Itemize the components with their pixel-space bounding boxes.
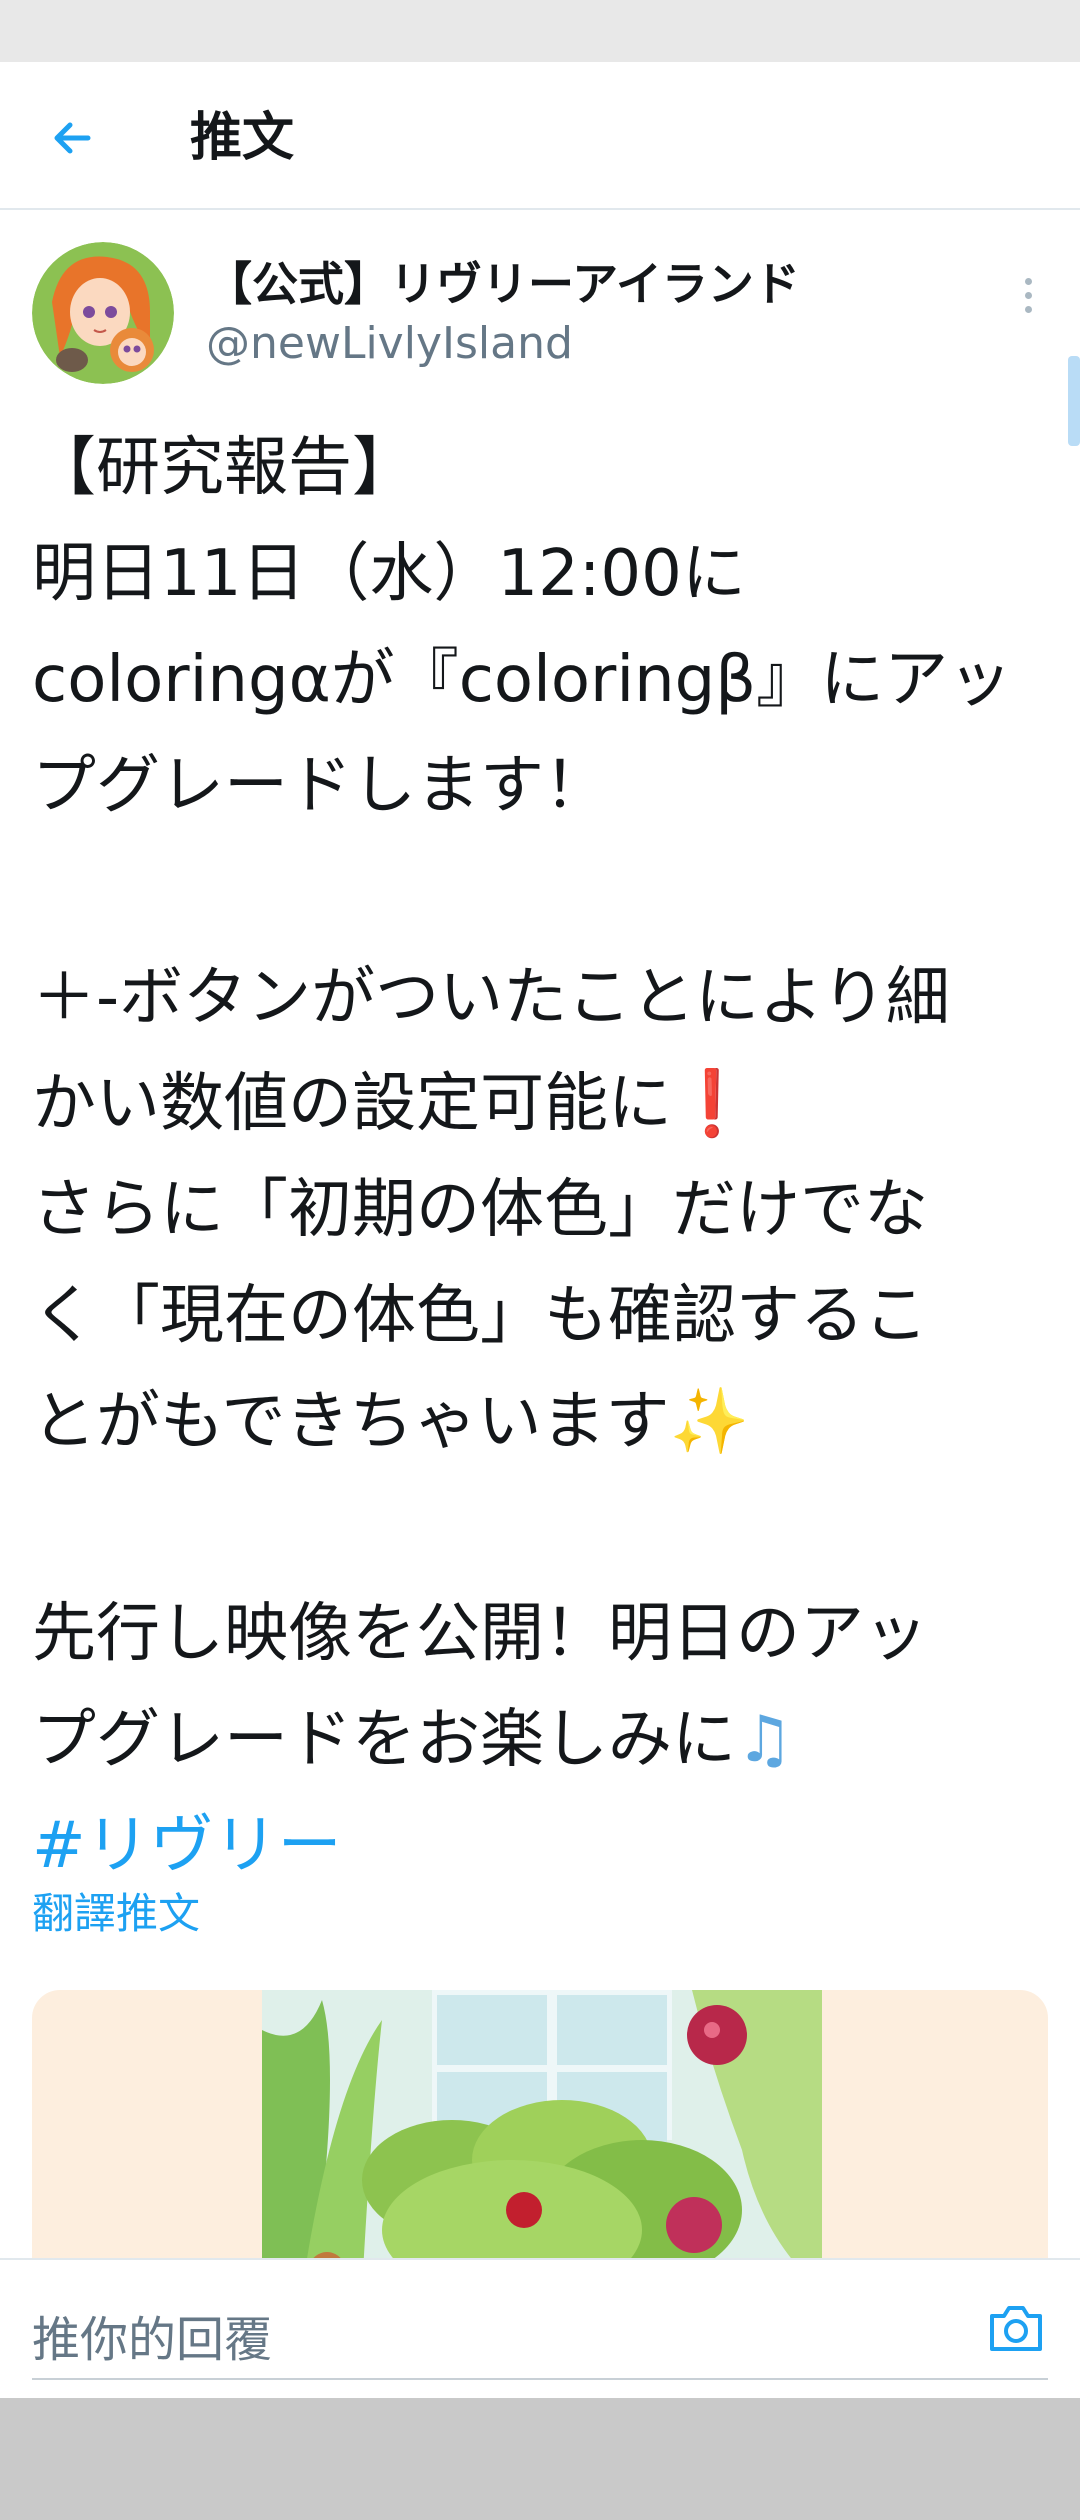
tweet-line-with-emoji: かい数値の設定可能に❗ xyxy=(32,1051,1052,1157)
avatar[interactable] xyxy=(32,242,174,384)
tweet-line-text: プグレードをお楽しみに xyxy=(32,1703,736,1777)
exclamation-emoji-icon: ❗ xyxy=(672,1067,752,1141)
media-preview[interactable] xyxy=(32,1990,1048,2260)
tweet-line: 明日11日（水）12:00に xyxy=(32,537,746,611)
more-options-button[interactable] xyxy=(1010,265,1046,325)
tweet-body: 【研究報告】 明日11日（水）12:00に coloringαが『colorin… xyxy=(32,415,1052,1899)
translate-tweet-link[interactable]: 翻譯推文 xyxy=(32,1880,200,1941)
system-navigation-bar xyxy=(0,2398,1080,2520)
status-bar xyxy=(0,0,1080,62)
tweet-line: 【研究報告】 xyxy=(32,431,416,505)
musical-notes-emoji-icon: ♫ xyxy=(736,1703,794,1777)
avatar-illustration xyxy=(32,242,174,384)
tweet-line-with-emoji: プグレードをお楽しみに♫ xyxy=(32,1687,1052,1793)
tweet-line: 先行し映像を公開！明日のアッ xyxy=(32,1597,928,1671)
more-vertical-icon xyxy=(1024,277,1032,285)
top-app-bar: 推文 xyxy=(0,62,1080,210)
sparkles-emoji-icon: ✨ xyxy=(669,1385,750,1459)
tweet-line: coloringαが『coloringβ』にアッ xyxy=(32,643,1013,717)
camera-icon xyxy=(990,2306,1042,2351)
page-title: 推文 xyxy=(190,108,295,168)
author-handle[interactable]: @newLivlyIsland xyxy=(206,318,573,369)
back-button[interactable] xyxy=(36,102,108,174)
reply-composer: 推你的回覆 xyxy=(0,2258,1080,2398)
camera-button[interactable] xyxy=(984,2296,1048,2360)
tweet-line: さらに「初期の体色」だけでな xyxy=(32,1173,928,1247)
tweet-line-text: とがもできちゃいます xyxy=(32,1385,670,1459)
tweet-line-with-emoji: とがもできちゃいます✨ xyxy=(32,1369,1052,1475)
author-display-name[interactable]: 【公式】リヴリーアイランド xyxy=(206,248,800,314)
tweet-line: く「現在の体色」も確認するこ xyxy=(32,1279,928,1353)
reply-input[interactable]: 推你的回覆 xyxy=(32,2300,272,2370)
reply-input-underline xyxy=(32,2378,1048,2380)
tweet-line-text: かい数値の設定可能に xyxy=(32,1067,672,1141)
tweet-line: ＋-ボタンがついたことにより細 xyxy=(32,961,950,1035)
media-image xyxy=(262,1990,822,2260)
tweet-detail: 【公式】リヴリーアイランド @newLivlyIsland 【研究報告】 明日1… xyxy=(0,210,1080,2260)
tweet-line: プグレードします！ xyxy=(32,749,608,823)
back-arrow-icon xyxy=(54,122,91,154)
scrollbar[interactable] xyxy=(1068,356,1080,446)
